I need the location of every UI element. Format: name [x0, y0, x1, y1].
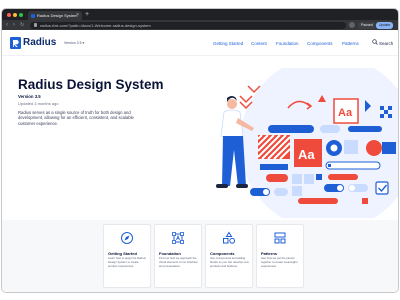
card-description: Use components as building blocks so you…	[210, 256, 249, 268]
search-label[interactable]: Search	[379, 41, 393, 46]
site-header: Radius Version 3.5 ▾ Getting Started Con…	[2, 30, 398, 56]
close-tab-icon[interactable]: ×	[76, 12, 79, 18]
card-description: Find out how we approach the visual elem…	[159, 256, 198, 268]
card-getting-started[interactable]: Getting Started Learn how to apply the R…	[103, 224, 151, 288]
logo-wordmark[interactable]: Radius	[23, 37, 56, 48]
chevron-down-icon: ▾	[82, 41, 85, 45]
favicon-icon	[31, 13, 35, 18]
shapes-icon	[223, 231, 236, 244]
card-description: See how we put the pieces together to cr…	[261, 256, 298, 268]
typography-tile-top: Aa	[338, 107, 353, 119]
version-select-value: Version 3.5	[64, 41, 82, 45]
back-icon[interactable]: ‹	[6, 22, 8, 29]
extension-icon[interactable]	[349, 22, 355, 28]
compass-icon	[121, 232, 133, 244]
nav-components[interactable]: Components	[307, 41, 333, 46]
updated-label: Updated 3 months ago	[18, 101, 59, 106]
frame-icon	[172, 232, 184, 244]
version-select[interactable]: Version 3.5 ▾	[64, 41, 84, 45]
browser-window: Radius Design System × + ‹ › ↻ radius.rb…	[2, 9, 398, 292]
tab-title: Radius Design System	[37, 12, 78, 18]
hero-description: Radius serves as a single source of trut…	[18, 110, 134, 126]
card-foundation[interactable]: Foundation Find out how we approach the …	[154, 224, 202, 288]
forward-icon[interactable]: ›	[13, 22, 15, 29]
update-button[interactable]: Update	[376, 21, 394, 29]
browser-toolbar: ‹ › ↻ radius.rbix.com/?path=/docs/1-Welc…	[2, 20, 398, 30]
card-components[interactable]: Components Use components as building bl…	[205, 224, 253, 288]
browser-tab-bar: Radius Design System × +	[2, 9, 398, 20]
address-bar[interactable]: radius.rbix.com/?path=/docs/1-Welcome-ra…	[30, 21, 346, 29]
page-title: Radius Design System	[18, 77, 164, 92]
radius-logo-icon[interactable]	[10, 37, 21, 49]
nav-content[interactable]: Content	[251, 41, 267, 46]
card-patterns[interactable]: Patterns See how we put the pieces toget…	[256, 224, 304, 288]
url-text: radius.rbix.com/?path=/docs/1-Welcome-ra…	[40, 22, 151, 28]
browser-tab[interactable]: Radius Design System ×	[28, 11, 82, 20]
search-icon[interactable]	[372, 39, 378, 45]
card-description: Learn how to apply the Radius Design Sys…	[108, 256, 146, 268]
version-label: Version 3.5	[18, 94, 41, 99]
window-close-button[interactable]	[7, 12, 11, 17]
hero-illustration: Aa Aa	[216, 68, 398, 218]
profile-button[interactable]: Paused	[358, 21, 376, 29]
nav-getting-started[interactable]: Getting Started	[213, 41, 243, 46]
new-tab-icon[interactable]: +	[85, 11, 89, 19]
lock-icon	[34, 23, 37, 27]
typography-tile-main: Aa	[298, 147, 315, 162]
reload-icon[interactable]: ↻	[20, 22, 24, 29]
window-maximize-button[interactable]	[19, 12, 23, 17]
window-minimize-button[interactable]	[13, 12, 17, 17]
layers-icon	[274, 232, 286, 244]
nav-patterns[interactable]: Patterns	[342, 41, 359, 46]
nav-foundation[interactable]: Foundation	[276, 41, 299, 46]
